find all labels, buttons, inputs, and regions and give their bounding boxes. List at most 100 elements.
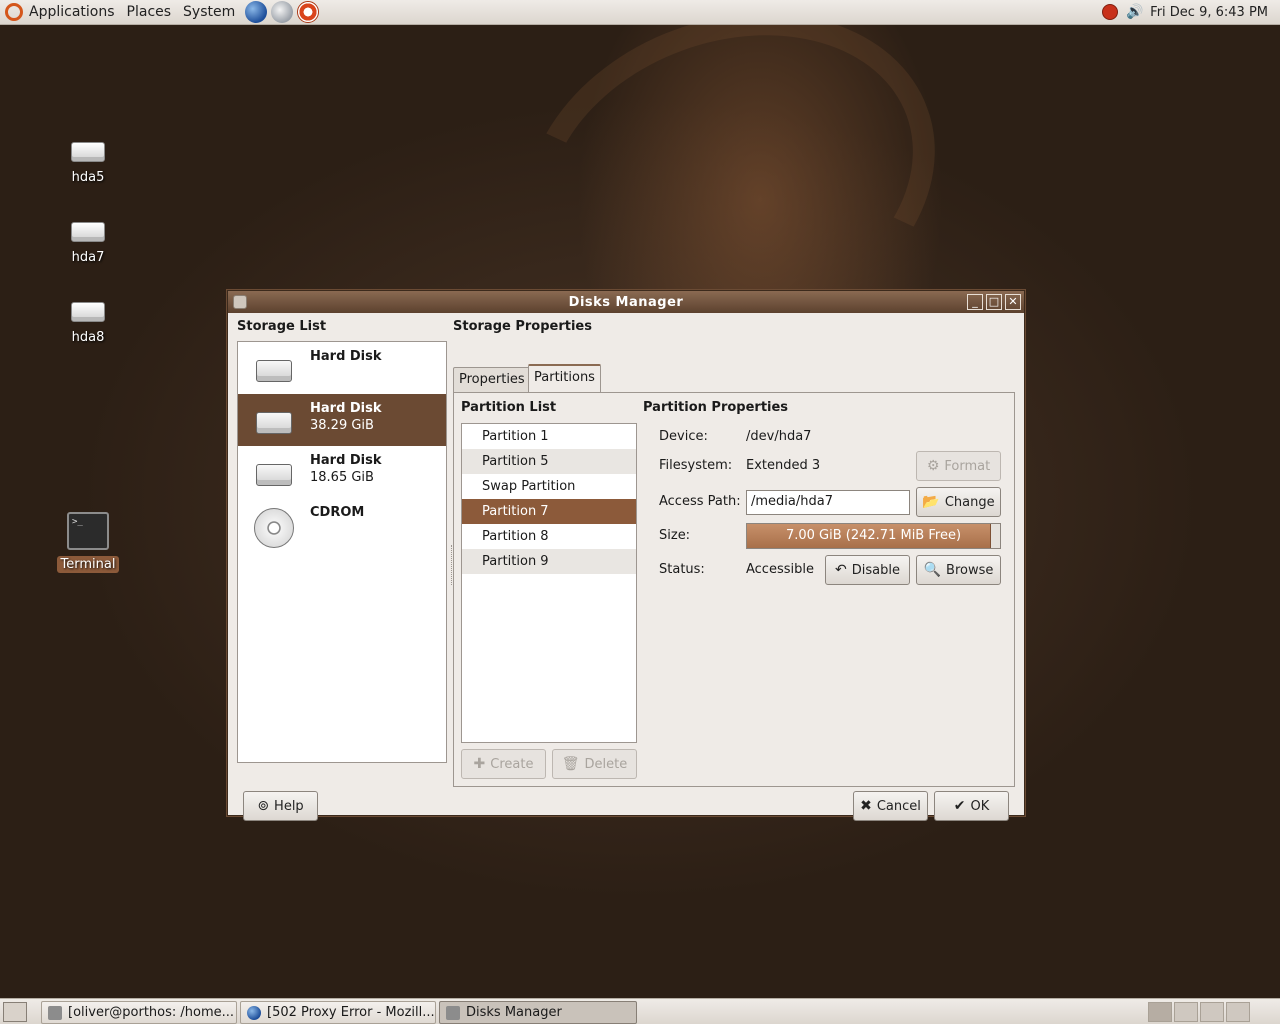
- terminal-icon: >_: [67, 512, 109, 550]
- partition-properties-label: Partition Properties: [643, 400, 789, 415]
- partition-list-item[interactable]: Partition 7: [462, 499, 636, 524]
- partition-list-item[interactable]: Partition 1: [462, 424, 636, 449]
- workspace-1[interactable]: [1148, 1002, 1172, 1022]
- filesystem-label: Filesystem:: [659, 458, 733, 473]
- hard-disk-icon: [256, 464, 292, 486]
- size-label: Size:: [659, 528, 691, 543]
- storage-item[interactable]: Hard Disk 18.65 GiB: [238, 446, 446, 498]
- window-body: Storage List Hard Disk Hard Disk 38.29 G…: [228, 313, 1024, 821]
- change-button[interactable]: 📂 Change: [916, 487, 1001, 517]
- volume-icon[interactable]: 🔊: [1126, 4, 1143, 20]
- tab-properties[interactable]: Properties: [453, 367, 531, 393]
- access-path-label: Access Path:: [659, 494, 741, 509]
- workspace-3[interactable]: [1200, 1002, 1224, 1022]
- taskbar-item-label: [502 Proxy Error - Mozill...: [267, 1005, 435, 1020]
- hard-disk-icon: [256, 412, 292, 434]
- status-value: Accessible: [746, 562, 814, 577]
- close-button[interactable]: ✕: [1005, 294, 1021, 310]
- ok-check-icon: ✔: [953, 798, 966, 814]
- disks-icon: [446, 1005, 460, 1020]
- format-icon: ⚙: [926, 458, 940, 474]
- browse-icon: 🔍: [923, 562, 942, 578]
- storage-item[interactable]: Hard Disk 38.29 GiB: [238, 394, 446, 446]
- minimize-button[interactable]: _: [967, 294, 983, 310]
- storage-item-name: Hard Disk: [310, 349, 382, 364]
- storage-item[interactable]: CDROM: [238, 498, 446, 550]
- web-browser-launcher-icon[interactable]: [245, 1, 268, 23]
- taskbar-item-browser[interactable]: [502 Proxy Error - Mozill...: [240, 1001, 436, 1024]
- ok-button-label: OK: [970, 798, 990, 814]
- create-button-label: Create: [490, 756, 534, 772]
- disable-button-label: Disable: [851, 562, 900, 578]
- desktop-icon-hda8[interactable]: hda8: [48, 302, 128, 345]
- delete-button[interactable]: 🗑 Delete: [552, 749, 637, 779]
- clock[interactable]: Fri Dec 9, 6:43 PM: [1150, 5, 1268, 20]
- desktop-icon-hda5[interactable]: hda5: [48, 142, 128, 185]
- help-launcher-icon[interactable]: [297, 1, 320, 23]
- update-notifier-icon[interactable]: [1102, 4, 1119, 20]
- menu-applications[interactable]: Applications: [23, 4, 121, 20]
- drive-icon: [71, 142, 105, 162]
- format-button[interactable]: ⚙ Format: [916, 451, 1001, 481]
- storage-item-name: Hard Disk: [310, 401, 382, 416]
- filesystem-value: Extended 3: [746, 458, 821, 473]
- device-value: /dev/hda7: [746, 429, 812, 444]
- taskbar-item-label: Disks Manager: [466, 1005, 562, 1020]
- create-button[interactable]: ✚ Create: [461, 749, 546, 779]
- partition-list-item[interactable]: Partition 5: [462, 449, 636, 474]
- trash-icon: 🗑: [561, 756, 580, 772]
- window-title: Disks Manager: [568, 294, 684, 310]
- desktop-icon-terminal[interactable]: >_ Terminal: [48, 512, 128, 573]
- cancel-button[interactable]: ✖ Cancel: [853, 791, 928, 821]
- partition-list-item[interactable]: Partition 9: [462, 549, 636, 574]
- menu-places[interactable]: Places: [121, 4, 178, 20]
- cancel-x-icon: ✖: [860, 798, 872, 814]
- disable-button[interactable]: ↶ Disable: [825, 555, 910, 585]
- ubuntu-logo-icon[interactable]: [5, 3, 23, 21]
- help-button[interactable]: ⊚ Help: [243, 791, 318, 821]
- size-usage-bar: 7.00 GiB (242.71 MiB Free): [746, 523, 1001, 549]
- taskbar-item-disks-manager[interactable]: Disks Manager: [439, 1001, 637, 1024]
- window-titlebar[interactable]: Disks Manager _ □ ✕: [228, 291, 1024, 313]
- storage-list-label: Storage List: [237, 319, 327, 334]
- show-desktop-button[interactable]: [3, 1002, 27, 1022]
- storage-item-name: Hard Disk: [310, 453, 382, 468]
- workspace-4[interactable]: [1226, 1002, 1250, 1022]
- workspace-2[interactable]: [1174, 1002, 1198, 1022]
- plus-icon: ✚: [473, 756, 486, 772]
- bottom-panel: [oliver@porthos: /home... [502 Proxy Err…: [0, 998, 1280, 1024]
- browse-button-label: Browse: [946, 562, 994, 578]
- partition-list-item[interactable]: Partition 8: [462, 524, 636, 549]
- change-button-label: Change: [944, 494, 995, 510]
- storage-item-name: CDROM: [310, 505, 365, 520]
- top-panel: Applications Places System 🔊 Fri Dec 9, …: [0, 0, 1280, 25]
- ok-button[interactable]: ✔ OK: [934, 791, 1009, 821]
- partition-list-item[interactable]: Swap Partition: [462, 474, 636, 499]
- access-path-input[interactable]: /media/hda7: [746, 490, 910, 515]
- desktop-icon-hda7[interactable]: hda7: [48, 222, 128, 265]
- cancel-button-label: Cancel: [876, 798, 921, 814]
- help-lifebuoy-icon: ⊚: [257, 798, 270, 814]
- status-label: Status:: [659, 562, 705, 577]
- desktop-icon-label: hda8: [71, 330, 105, 345]
- storage-properties-label: Storage Properties: [453, 319, 592, 334]
- format-button-label: Format: [944, 458, 991, 474]
- taskbar-item-terminal[interactable]: [oliver@porthos: /home...: [41, 1001, 237, 1024]
- partitions-tab-panel: Partition List Partition 1 Partition 5 S…: [453, 392, 1015, 787]
- delete-button-label: Delete: [584, 756, 628, 772]
- tab-partitions[interactable]: Partitions: [528, 364, 601, 394]
- storage-list: Hard Disk Hard Disk 38.29 GiB Hard Disk …: [237, 341, 447, 763]
- drive-icon: [71, 222, 105, 242]
- help-button-label: Help: [274, 798, 304, 814]
- menu-system[interactable]: System: [177, 4, 241, 20]
- desktop-icon-label: Terminal: [56, 556, 120, 573]
- folder-open-icon: 📂: [922, 494, 940, 510]
- maximize-button[interactable]: □: [986, 294, 1002, 310]
- browser-icon: [247, 1005, 261, 1020]
- storage-item[interactable]: Hard Disk: [238, 342, 446, 394]
- terminal-icon: [48, 1005, 62, 1020]
- cdrom-icon: [254, 508, 294, 548]
- system-tray: 🔊 Fri Dec 9, 6:43 PM: [1102, 4, 1280, 20]
- mail-launcher-icon[interactable]: [271, 1, 294, 23]
- browse-button[interactable]: 🔍 Browse: [916, 555, 1001, 585]
